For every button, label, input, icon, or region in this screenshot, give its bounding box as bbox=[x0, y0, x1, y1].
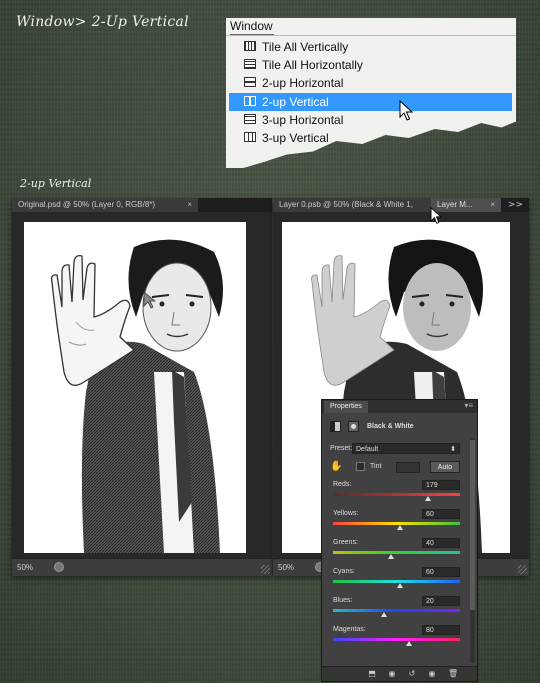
reset-icon[interactable]: ↺ bbox=[408, 670, 416, 678]
mouse-pointer-icon bbox=[399, 100, 413, 121]
properties-panel: Properties ▾≡ Black & White Preset: Defa… bbox=[321, 399, 478, 682]
view-previous-icon[interactable]: ◉ bbox=[388, 670, 396, 678]
tab-title: Original.psd @ 50% (Layer 0, RGB/8*) bbox=[18, 200, 156, 209]
three-up-vertical-icon bbox=[244, 132, 256, 142]
tab-title: Layer M... bbox=[437, 200, 473, 209]
slider-thumb[interactable] bbox=[425, 496, 432, 501]
menu-item-label: 3-up Horizontal bbox=[262, 112, 344, 127]
tab-properties[interactable]: Properties bbox=[324, 401, 368, 413]
tint-color-swatch[interactable] bbox=[396, 462, 420, 473]
slider-value-field[interactable]: 179 bbox=[422, 480, 460, 490]
visibility-eye-icon[interactable]: ◉ bbox=[428, 670, 436, 678]
preset-dropdown[interactable]: Default ⬍ bbox=[352, 443, 460, 454]
panel-menu-icon[interactable]: ▾≡ bbox=[464, 400, 473, 412]
document-canvas[interactable] bbox=[12, 212, 272, 559]
slider-value-field[interactable]: 60 bbox=[422, 567, 460, 577]
slider-label: Magentas: bbox=[333, 626, 366, 633]
menu-item[interactable]: 2-up Horizontal bbox=[229, 74, 512, 92]
panel-scrollbar[interactable] bbox=[470, 438, 475, 663]
slider-label: Blues: bbox=[333, 597, 353, 604]
slider-value-field[interactable]: 60 bbox=[422, 509, 460, 519]
slider-value-field[interactable]: 20 bbox=[422, 596, 460, 606]
slider-thumb[interactable] bbox=[380, 612, 387, 617]
menu-item[interactable]: 3-up Vertical bbox=[229, 129, 512, 147]
two-up-horizontal-icon bbox=[244, 77, 256, 88]
resize-grip-icon[interactable] bbox=[261, 565, 270, 574]
slider-label: Greens: bbox=[333, 539, 358, 546]
tab-bar: Layer 0.psb @ 50% (Black & White 1, Laye… bbox=[273, 198, 529, 212]
document-window-original: Original.psd @ 50% (Layer 0, RGB/8*) × 5… bbox=[12, 198, 272, 576]
tab-layer0-psb[interactable]: Layer 0.psb @ 50% (Black & White 1, bbox=[273, 198, 437, 212]
auto-button[interactable]: Auto bbox=[430, 461, 460, 473]
adjustment-title: Black & White bbox=[367, 423, 414, 430]
more-tabs-icon[interactable]: >> bbox=[508, 198, 523, 212]
menu-item-label: Tile All Horizontally bbox=[262, 58, 363, 73]
panel-header: Properties ▾≡ bbox=[322, 400, 477, 413]
adjustment-layer-icon[interactable] bbox=[330, 421, 341, 432]
status-info-icon[interactable] bbox=[54, 562, 64, 572]
window-menu: Window Tile All Vertically Tile All Horiz… bbox=[226, 18, 516, 168]
zoom-level[interactable]: 50% bbox=[278, 559, 294, 576]
menu-item[interactable]: Tile All Horizontally bbox=[229, 56, 512, 74]
mouse-pointer-icon bbox=[430, 207, 442, 224]
menu-item-label: 2-up Horizontal bbox=[262, 76, 344, 91]
dropdown-arrow-icon: ⬍ bbox=[450, 446, 456, 453]
close-tab-icon[interactable]: × bbox=[187, 198, 192, 212]
layer-mask-icon[interactable] bbox=[348, 421, 359, 432]
slider-track[interactable] bbox=[333, 551, 460, 554]
slider-value-field[interactable]: 40 bbox=[422, 538, 460, 548]
window-menu-title[interactable]: Window bbox=[226, 18, 280, 35]
menu-divider bbox=[226, 35, 516, 36]
zoom-level[interactable]: 50% bbox=[17, 559, 33, 576]
tab-title: Layer 0.psb @ 50% (Black & White 1, bbox=[279, 200, 413, 209]
tile-horizontal-icon bbox=[244, 59, 256, 70]
menu-item[interactable]: Tile All Vertically bbox=[229, 38, 512, 56]
slider-thumb[interactable] bbox=[397, 525, 404, 530]
slider-thumb[interactable] bbox=[406, 641, 413, 646]
slider-thumb[interactable] bbox=[397, 583, 404, 588]
man-portrait-image bbox=[24, 222, 246, 553]
photo-original bbox=[24, 222, 246, 553]
menu-item[interactable]: 2-up Vertical bbox=[229, 92, 512, 111]
tab-original-psd[interactable]: Original.psd @ 50% (Layer 0, RGB/8*) × bbox=[12, 198, 198, 212]
tint-label: Tint bbox=[370, 463, 382, 470]
resize-grip-icon[interactable] bbox=[518, 565, 527, 574]
status-bar: 50% bbox=[12, 558, 272, 576]
menu-item-label: Tile All Vertically bbox=[262, 40, 349, 54]
three-up-horizontal-icon bbox=[244, 113, 256, 124]
menu-item[interactable]: 3-up Horizontal bbox=[229, 111, 512, 129]
slider-label: Reds: bbox=[333, 481, 352, 488]
targeted-adjustment-hand-icon[interactable]: ✋ bbox=[330, 461, 342, 472]
tile-vertical-icon bbox=[244, 41, 256, 51]
section-label: 2-up Vertical bbox=[20, 177, 92, 190]
clip-to-layer-icon[interactable]: ⬒ bbox=[368, 670, 376, 678]
close-tab-icon[interactable]: × bbox=[490, 198, 495, 212]
panel-footer: ⬒ ◉ ↺ ◉ 🗑 bbox=[322, 666, 477, 681]
preset-label: Preset: bbox=[330, 445, 353, 452]
menu-item-label: 2-up Vertical bbox=[262, 94, 329, 109]
trash-icon[interactable]: 🗑 bbox=[448, 670, 458, 678]
menu-item-label: 3-up Vertical bbox=[262, 131, 329, 145]
slider-track[interactable] bbox=[333, 638, 460, 641]
tint-checkbox[interactable] bbox=[356, 462, 365, 471]
slider-track[interactable] bbox=[333, 609, 460, 612]
slider-value-field[interactable]: 80 bbox=[422, 625, 460, 635]
slider-label: Yellows: bbox=[333, 510, 359, 517]
tab-bar: Original.psd @ 50% (Layer 0, RGB/8*) × bbox=[12, 198, 272, 212]
slider-label: Cyans: bbox=[333, 568, 355, 575]
slider-track[interactable] bbox=[333, 493, 460, 496]
page-heading: Window> 2-Up Vertical bbox=[16, 14, 189, 30]
two-up-vertical-icon bbox=[244, 95, 256, 106]
slider-thumb[interactable] bbox=[388, 554, 395, 559]
preset-value: Default bbox=[356, 446, 379, 453]
